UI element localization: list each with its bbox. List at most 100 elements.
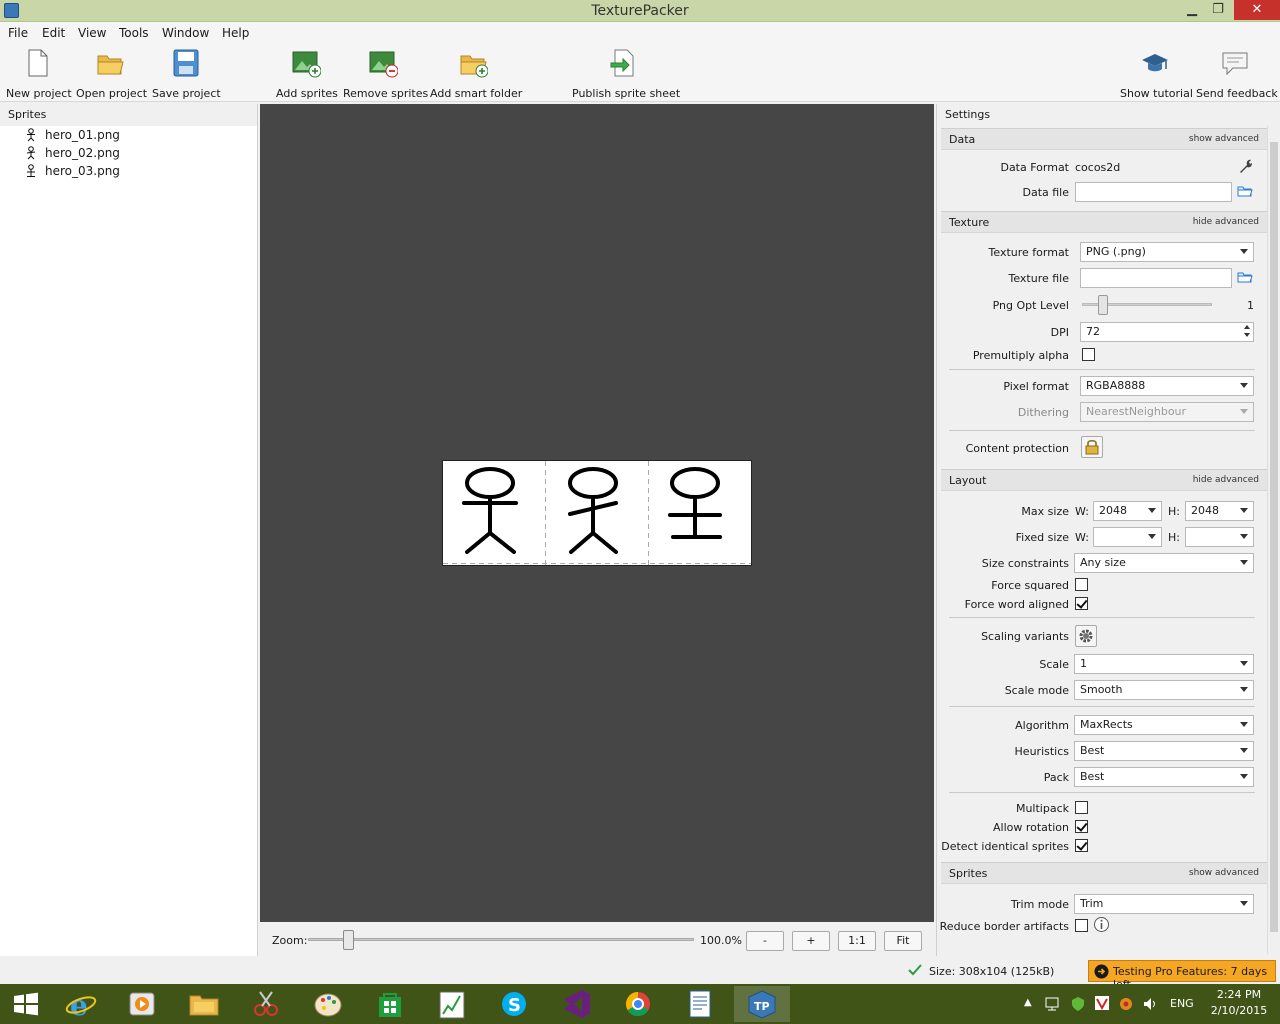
taskbar-document-app[interactable]	[672, 986, 728, 1022]
detect-identical-sprites-checkbox[interactable]	[1075, 839, 1088, 852]
algorithm-value: MaxRects	[1080, 718, 1133, 731]
data-file-input[interactable]	[1075, 182, 1232, 202]
taskbar-snipping-tool[interactable]	[238, 986, 294, 1022]
tray-app-icon[interactable]	[1118, 996, 1134, 1012]
scale-mode-select[interactable]: Smooth	[1074, 680, 1254, 700]
taskbar-internet-explorer[interactable]: e	[54, 986, 110, 1022]
taskbar-media-player[interactable]	[114, 986, 170, 1022]
algorithm-select[interactable]: MaxRects	[1074, 715, 1254, 735]
sprites-advanced-toggle[interactable]: show advanced	[1189, 868, 1259, 878]
settings-panel: Settings Data show advanced Data Format …	[936, 104, 1280, 956]
menu-file[interactable]: File	[8, 26, 28, 40]
sprite-item[interactable]: hero_03.png	[0, 162, 257, 180]
show-tutorial-button[interactable]: Show tutorial	[1120, 48, 1193, 100]
zoom-slider[interactable]	[308, 930, 694, 950]
texture-file-input[interactable]	[1080, 268, 1232, 288]
taskbar-spreadsheet-app[interactable]	[424, 986, 480, 1022]
dpi-spinbox[interactable]: 72	[1080, 322, 1254, 342]
premultiply-alpha-checkbox[interactable]	[1082, 348, 1095, 361]
browse-folder-icon[interactable]	[1237, 270, 1253, 284]
menu-window[interactable]: Window	[162, 26, 209, 40]
taskbar-chrome[interactable]	[610, 986, 666, 1022]
zoom-1-1-button[interactable]: 1:1	[838, 931, 876, 951]
settings-scrollbar-thumb[interactable]	[1270, 142, 1278, 932]
spin-down-icon[interactable]	[1244, 333, 1250, 337]
sprite-item[interactable]: hero_01.png	[0, 126, 257, 144]
menu-edit[interactable]: Edit	[42, 26, 65, 40]
input-language-indicator[interactable]: ENG	[1170, 997, 1194, 1010]
add-sprites-button[interactable]: Add sprites	[276, 48, 338, 100]
taskbar-texturepacker[interactable]: TP	[734, 986, 790, 1022]
menu-view[interactable]: View	[78, 26, 106, 40]
heuristics-select[interactable]: Best	[1074, 741, 1254, 761]
taskbar-store[interactable]	[362, 986, 418, 1022]
texture-advanced-toggle[interactable]: hide advanced	[1193, 217, 1259, 227]
zoom-fit-button[interactable]: Fit	[884, 931, 922, 951]
wrench-icon[interactable]	[1237, 158, 1253, 174]
spin-up-icon[interactable]	[1244, 325, 1250, 329]
taskbar-visual-studio[interactable]	[548, 986, 604, 1022]
antivirus-icon[interactable]	[1094, 995, 1110, 1011]
zoom-out-button[interactable]: -	[746, 931, 784, 951]
dithering-select[interactable]: NearestNeighbour	[1080, 402, 1254, 422]
scaling-variants-button[interactable]	[1075, 625, 1097, 647]
pack-select[interactable]: Best	[1074, 767, 1254, 787]
size-constraints-select[interactable]: Any size	[1074, 553, 1254, 573]
taskbar-clock[interactable]: 2:24 PM 2/10/2015	[1206, 988, 1272, 1017]
tray-overflow-icon[interactable]: ▲	[1024, 997, 1032, 1008]
multipack-checkbox[interactable]	[1075, 801, 1088, 814]
browse-folder-icon[interactable]	[1237, 184, 1253, 198]
open-project-label: Open project	[76, 87, 148, 100]
security-shield-icon[interactable]	[1070, 996, 1086, 1012]
sprite-item[interactable]: hero_02.png	[0, 144, 257, 162]
minimize-button[interactable]: ▁	[1178, 0, 1206, 20]
maximize-button[interactable]: ❐	[1204, 0, 1232, 20]
content-protection-button[interactable]	[1081, 436, 1103, 458]
scaling-variants-label: Scaling variants	[981, 630, 1069, 643]
settings-header: Settings	[945, 108, 991, 121]
taskbar-paint[interactable]	[300, 986, 356, 1022]
volume-icon[interactable]	[1142, 996, 1158, 1012]
max-height-select[interactable]: 2048	[1185, 501, 1254, 521]
layout-advanced-toggle[interactable]: hide advanced	[1193, 475, 1259, 485]
open-project-button[interactable]: Open project	[76, 48, 148, 100]
publish-sprite-sheet-button[interactable]: Publish sprite sheet	[572, 48, 680, 100]
sprite-sheet-canvas[interactable]	[260, 104, 934, 922]
network-icon[interactable]	[1044, 996, 1060, 1012]
force-word-aligned-checkbox[interactable]	[1075, 597, 1088, 610]
data-advanced-toggle[interactable]: show advanced	[1189, 134, 1259, 144]
chevron-down-icon	[1148, 508, 1156, 513]
zoom-in-button[interactable]: +	[792, 931, 830, 951]
new-project-button[interactable]: New project	[6, 48, 72, 100]
layout-section-header: Layout hide advanced	[941, 469, 1267, 491]
close-button[interactable]: ✕	[1234, 0, 1280, 20]
force-squared-checkbox[interactable]	[1075, 578, 1088, 591]
taskbar-file-explorer[interactable]	[176, 986, 232, 1022]
send-feedback-button[interactable]: Send feedback	[1196, 48, 1278, 100]
menu-help[interactable]: Help	[222, 26, 249, 40]
add-smart-folder-button[interactable]: Add smart folder	[430, 48, 522, 100]
scale-select[interactable]: 1	[1074, 654, 1254, 674]
menu-tools[interactable]: Tools	[119, 26, 149, 40]
zoom-slider-handle[interactable]	[343, 930, 354, 950]
fixed-width-select[interactable]	[1093, 527, 1162, 547]
reduce-border-artifacts-checkbox[interactable]	[1075, 919, 1088, 932]
pixel-format-select[interactable]: RGBA8888	[1080, 376, 1254, 396]
pro-features-badge[interactable]: Testing Pro Features: 7 days left.	[1088, 960, 1276, 991]
max-height-label: H:	[1168, 505, 1180, 518]
fixed-height-select[interactable]	[1185, 527, 1254, 547]
info-icon[interactable]	[1093, 916, 1110, 933]
internet-explorer-icon: e	[65, 989, 97, 1022]
save-project-button[interactable]: Save project	[152, 48, 221, 100]
trim-mode-select[interactable]: Trim	[1074, 894, 1254, 914]
file-explorer-icon	[189, 995, 219, 1016]
texture-format-select[interactable]: PNG (.png)	[1080, 242, 1254, 262]
settings-scrollbar[interactable]	[1267, 126, 1279, 954]
taskbar-skype[interactable]: S	[486, 986, 542, 1022]
max-width-select[interactable]: 2048	[1093, 501, 1162, 521]
start-button[interactable]	[0, 986, 52, 1022]
png-opt-level-handle[interactable]	[1098, 295, 1108, 315]
png-opt-level-slider[interactable]	[1082, 295, 1212, 315]
allow-rotation-checkbox[interactable]	[1075, 820, 1088, 833]
remove-sprites-button[interactable]: Remove sprites	[343, 48, 428, 100]
